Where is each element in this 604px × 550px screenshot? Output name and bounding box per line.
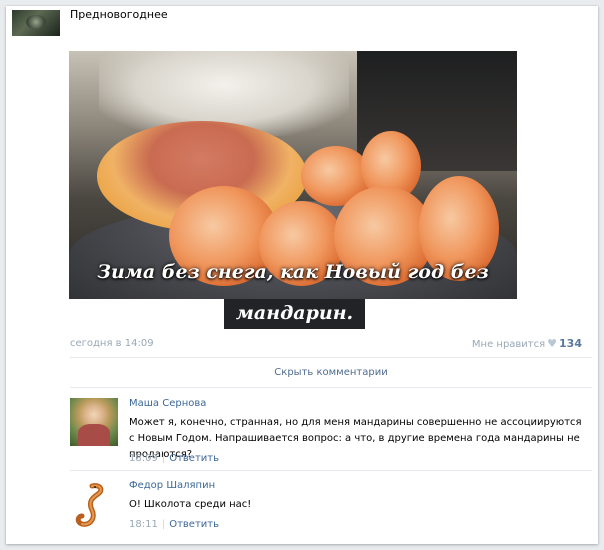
avatar[interactable] <box>70 480 118 528</box>
image-caption: Зима без снега, как Новый год без <box>97 261 489 283</box>
post-photo[interactable]: Зима без снега, как Новый год без <box>69 51 517 299</box>
divider <box>70 387 592 388</box>
avatar[interactable] <box>70 398 118 446</box>
comment-meta: 18:09 | Ответить <box>129 453 219 464</box>
like-label: Мне нравится <box>471 339 546 350</box>
like-button[interactable]: Мне нравится ♥ 134 <box>472 337 582 350</box>
comment-item: Федор Шаляпин О! Школота среди нас! 18:1… <box>70 480 592 540</box>
divider <box>70 470 592 471</box>
separator: | <box>161 519 166 530</box>
hide-comments-link[interactable]: Скрыть комментарии <box>70 367 592 378</box>
comment-text: О! Школота среди нас! <box>129 499 252 510</box>
separator: | <box>161 453 166 464</box>
reply-button[interactable]: Ответить <box>169 519 219 530</box>
like-count: 134 <box>559 337 582 350</box>
image-caption-continued: мандарин. <box>224 299 365 329</box>
comment-meta: 18:11 | Ответить <box>129 519 219 530</box>
heart-icon: ♥ <box>547 337 558 350</box>
comment-time[interactable]: 18:09 <box>129 453 158 464</box>
post-header-text: Предновогоднее <box>70 8 168 21</box>
comment-item: Маша Сернова Может я, конечно, странная,… <box>70 398 592 468</box>
group-avatar[interactable] <box>12 10 60 36</box>
comment-author[interactable]: Маша Сернова <box>129 398 206 409</box>
post-time[interactable]: сегодня в 14:09 <box>70 338 154 349</box>
post-card: Предновогоднее Зима без снега, как Новый… <box>6 6 598 544</box>
divider <box>70 357 592 358</box>
snake-icon <box>75 483 104 527</box>
comment-author[interactable]: Федор Шаляпин <box>129 480 215 491</box>
reply-button[interactable]: Ответить <box>169 453 219 464</box>
comment-time[interactable]: 18:11 <box>129 519 158 530</box>
